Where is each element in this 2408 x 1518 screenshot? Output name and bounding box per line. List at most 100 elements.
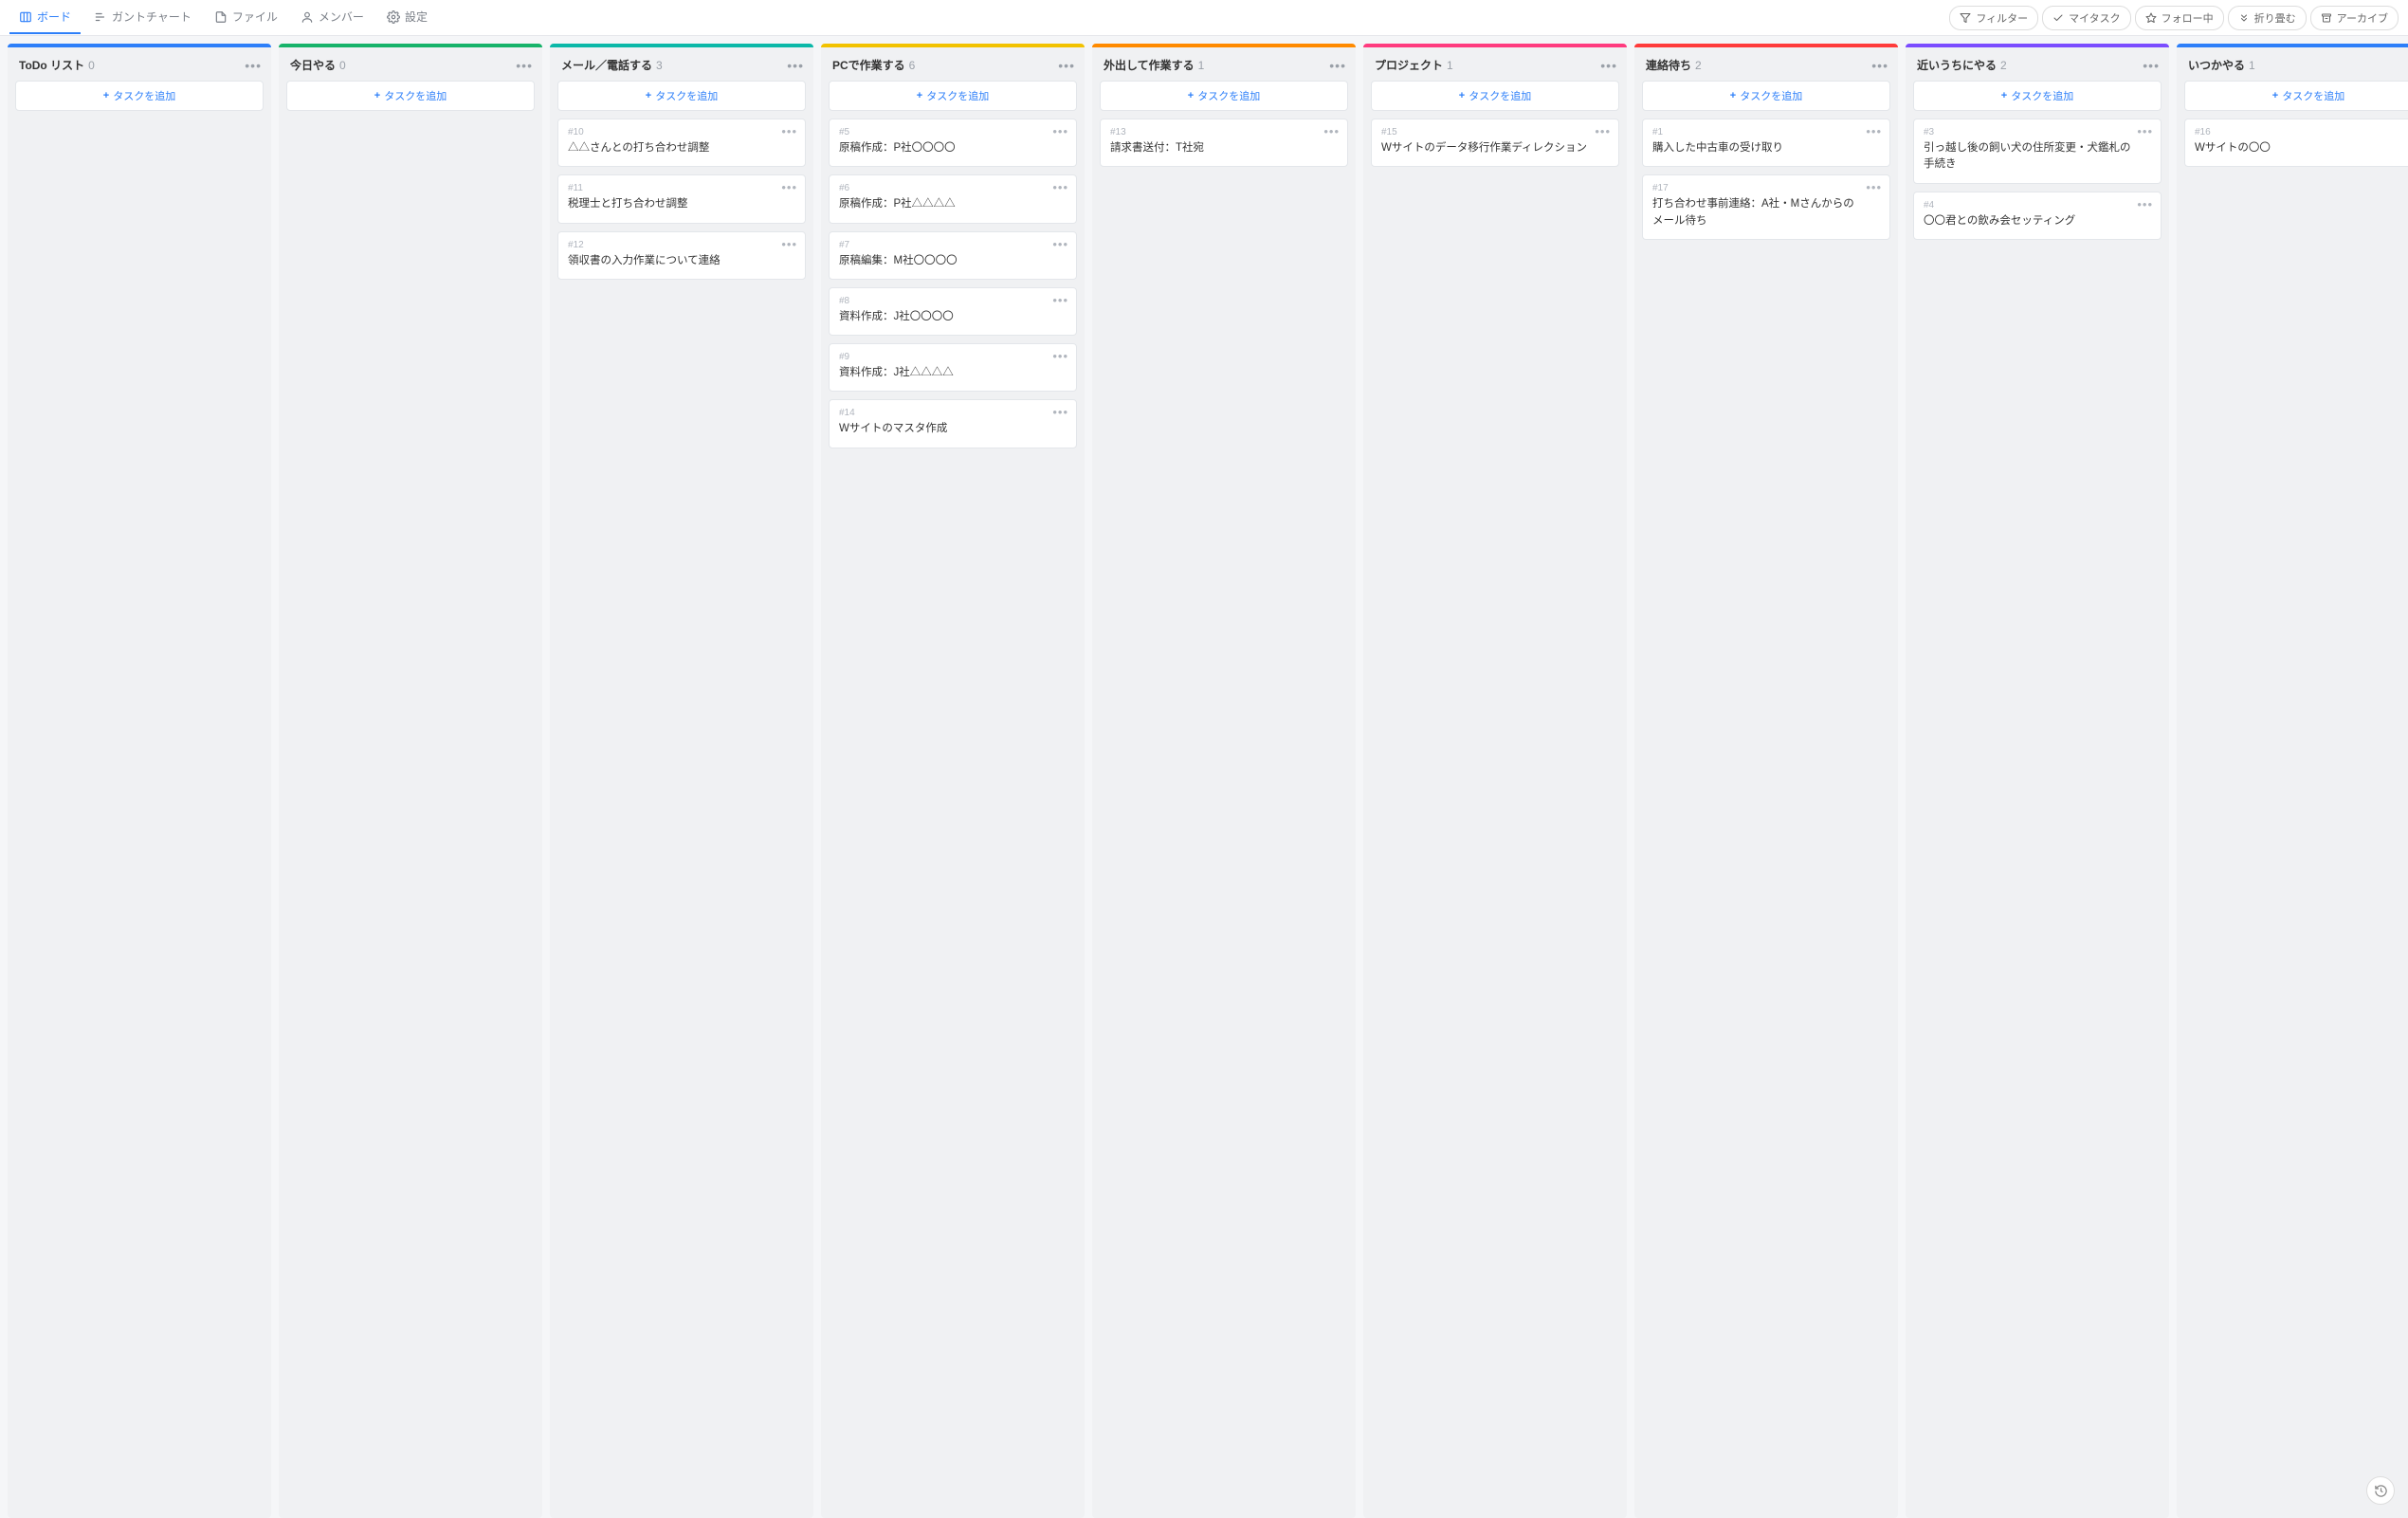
nav-tab-gear[interactable]: 設定 xyxy=(377,1,437,34)
card-more-icon[interactable]: ••• xyxy=(2137,125,2153,137)
add-task-button[interactable]: + タスクを追加 xyxy=(286,81,535,111)
task-card[interactable]: ••• #16 Wサイトの〇〇 xyxy=(2184,119,2408,167)
task-card[interactable]: ••• #14 Wサイトのマスタ作成 xyxy=(829,399,1077,448)
cards-list: ••• #13 請求書送付：T社宛 xyxy=(1092,119,1356,1518)
column-more-icon[interactable]: ••• xyxy=(1058,59,1075,72)
column: 連絡待ち 2 ••• + タスクを追加 ••• #1 購入した中古車の受け取り … xyxy=(1634,44,1898,1518)
card-id: #1 xyxy=(1652,127,1880,137)
add-task-label: タスクを追加 xyxy=(2282,88,2344,103)
plus-icon: + xyxy=(103,90,109,101)
card-more-icon[interactable]: ••• xyxy=(1052,181,1068,193)
column-title: 外出して作業する xyxy=(1104,57,1195,73)
member-icon xyxy=(301,10,314,24)
board-scroll[interactable]: ToDo リスト 0 ••• + タスクを追加 今日やる 0 ••• + タスク… xyxy=(0,36,2408,1518)
task-card[interactable]: ••• #7 原稿編集：M社〇〇〇〇 xyxy=(829,231,1077,280)
topbar: ボードガントチャートファイルメンバー設定 フィルターマイタスクフォロー中折り畳む… xyxy=(0,0,2408,36)
history-icon xyxy=(2374,1484,2388,1498)
task-card[interactable]: ••• #11 税理士と打ち合わせ調整 xyxy=(557,174,806,223)
nav-tab-member[interactable]: メンバー xyxy=(291,1,374,34)
card-more-icon[interactable]: ••• xyxy=(781,181,797,193)
nav-tab-gantt[interactable]: ガントチャート xyxy=(84,1,201,34)
action-check[interactable]: マイタスク xyxy=(2042,6,2131,30)
column-more-icon[interactable]: ••• xyxy=(245,59,262,72)
card-more-icon[interactable]: ••• xyxy=(1052,238,1068,250)
column-count: 6 xyxy=(909,59,916,72)
card-id: #15 xyxy=(1381,127,1609,137)
column-more-icon[interactable]: ••• xyxy=(1329,59,1346,72)
archive-icon xyxy=(2321,12,2332,24)
task-card[interactable]: ••• #15 Wサイトのデータ移行作業ディレクション xyxy=(1371,119,1619,167)
add-task-button[interactable]: + タスクを追加 xyxy=(1642,81,1890,111)
add-task-button[interactable]: + タスクを追加 xyxy=(1913,81,2162,111)
action-star[interactable]: フォロー中 xyxy=(2135,6,2224,30)
column: メール／電話する 3 ••• + タスクを追加 ••• #10 △△さんとの打ち… xyxy=(550,44,813,1518)
card-title: 税理士と打ち合わせ調整 xyxy=(568,196,795,212)
card-id: #4 xyxy=(1924,200,2151,210)
card-more-icon[interactable]: ••• xyxy=(1866,181,1882,193)
add-task-label: タスクを追加 xyxy=(1469,88,1531,103)
add-task-button[interactable]: + タスクを追加 xyxy=(1100,81,1348,111)
card-more-icon[interactable]: ••• xyxy=(1323,125,1340,137)
task-card[interactable]: ••• #8 資料作成：J社〇〇〇〇 xyxy=(829,287,1077,336)
plus-icon: + xyxy=(1188,90,1194,101)
column-header: ToDo リスト 0 ••• xyxy=(8,47,271,81)
column-title: 今日やる xyxy=(290,57,336,73)
column-title-wrap: ToDo リスト 0 xyxy=(19,57,95,73)
column-more-icon[interactable]: ••• xyxy=(516,59,533,72)
column-count: 1 xyxy=(1447,59,1453,72)
plus-icon: + xyxy=(2001,90,2007,101)
card-more-icon[interactable]: ••• xyxy=(1052,125,1068,137)
task-card[interactable]: ••• #10 △△さんとの打ち合わせ調整 xyxy=(557,119,806,167)
card-more-icon[interactable]: ••• xyxy=(1052,294,1068,306)
task-card[interactable]: ••• #1 購入した中古車の受け取り xyxy=(1642,119,1890,167)
plus-icon: + xyxy=(1459,90,1465,101)
add-task-button[interactable]: + タスクを追加 xyxy=(2184,81,2408,111)
card-more-icon[interactable]: ••• xyxy=(2137,198,2153,210)
card-id: #8 xyxy=(839,296,1067,306)
task-card[interactable]: ••• #17 打ち合わせ事前連絡：A社・Mさんからのメール待ち xyxy=(1642,174,1890,240)
add-task-label: タスクを追加 xyxy=(926,88,989,103)
column-count: 2 xyxy=(2000,59,2007,72)
add-task-button[interactable]: + タスクを追加 xyxy=(557,81,806,111)
column-more-icon[interactable]: ••• xyxy=(1600,59,1617,72)
card-more-icon[interactable]: ••• xyxy=(781,125,797,137)
task-card[interactable]: ••• #5 原稿作成：P社〇〇〇〇 xyxy=(829,119,1077,167)
card-more-icon[interactable]: ••• xyxy=(1052,350,1068,362)
card-more-icon[interactable]: ••• xyxy=(1052,406,1068,418)
card-title: Wサイトのマスタ作成 xyxy=(839,421,1067,437)
card-id: #5 xyxy=(839,127,1067,137)
task-card[interactable]: ••• #6 原稿作成：P社△△△△ xyxy=(829,174,1077,223)
column-more-icon[interactable]: ••• xyxy=(2143,59,2160,72)
card-id: #9 xyxy=(839,352,1067,362)
filter-icon xyxy=(1960,12,1971,24)
action-collapse[interactable]: 折り畳む xyxy=(2228,6,2307,30)
card-more-icon[interactable]: ••• xyxy=(1866,125,1882,137)
column-more-icon[interactable]: ••• xyxy=(1871,59,1888,72)
add-task-button[interactable]: + タスクを追加 xyxy=(15,81,264,111)
task-card[interactable]: ••• #3 引っ越し後の飼い犬の住所変更・犬鑑札の手続き xyxy=(1913,119,2162,184)
card-id: #7 xyxy=(839,240,1067,250)
column: 近いうちにやる 2 ••• + タスクを追加 ••• #3 引っ越し後の飼い犬の… xyxy=(1906,44,2169,1518)
nav-tab-file[interactable]: ファイル xyxy=(205,1,287,34)
column-more-icon[interactable]: ••• xyxy=(787,59,804,72)
column-header: いつかやる 1 ••• xyxy=(2177,47,2408,81)
column-count: 1 xyxy=(1198,59,1205,72)
task-card[interactable]: ••• #9 資料作成：J社△△△△ xyxy=(829,343,1077,392)
card-more-icon[interactable]: ••• xyxy=(1595,125,1611,137)
column-count: 3 xyxy=(656,59,663,72)
task-card[interactable]: ••• #12 領収書の入力作業について連絡 xyxy=(557,231,806,280)
task-card[interactable]: ••• #4 〇〇君との飲み会セッティング xyxy=(1913,192,2162,240)
task-card[interactable]: ••• #13 請求書送付：T社宛 xyxy=(1100,119,1348,167)
history-button[interactable] xyxy=(2366,1476,2395,1505)
column-header: 連絡待ち 2 ••• xyxy=(1634,47,1898,81)
nav-tab-board[interactable]: ボード xyxy=(9,1,81,34)
add-task-button[interactable]: + タスクを追加 xyxy=(1371,81,1619,111)
action-archive[interactable]: アーカイブ xyxy=(2310,6,2399,30)
card-more-icon[interactable]: ••• xyxy=(781,238,797,250)
column-title-wrap: メール／電話する 3 xyxy=(561,57,663,73)
cards-list: ••• #5 原稿作成：P社〇〇〇〇 ••• #6 原稿作成：P社△△△△ ••… xyxy=(821,119,1085,1518)
action-filter[interactable]: フィルター xyxy=(1949,6,2038,30)
column-header: プロジェクト 1 ••• xyxy=(1363,47,1627,81)
card-title: 領収書の入力作業について連絡 xyxy=(568,253,795,269)
add-task-button[interactable]: + タスクを追加 xyxy=(829,81,1077,111)
